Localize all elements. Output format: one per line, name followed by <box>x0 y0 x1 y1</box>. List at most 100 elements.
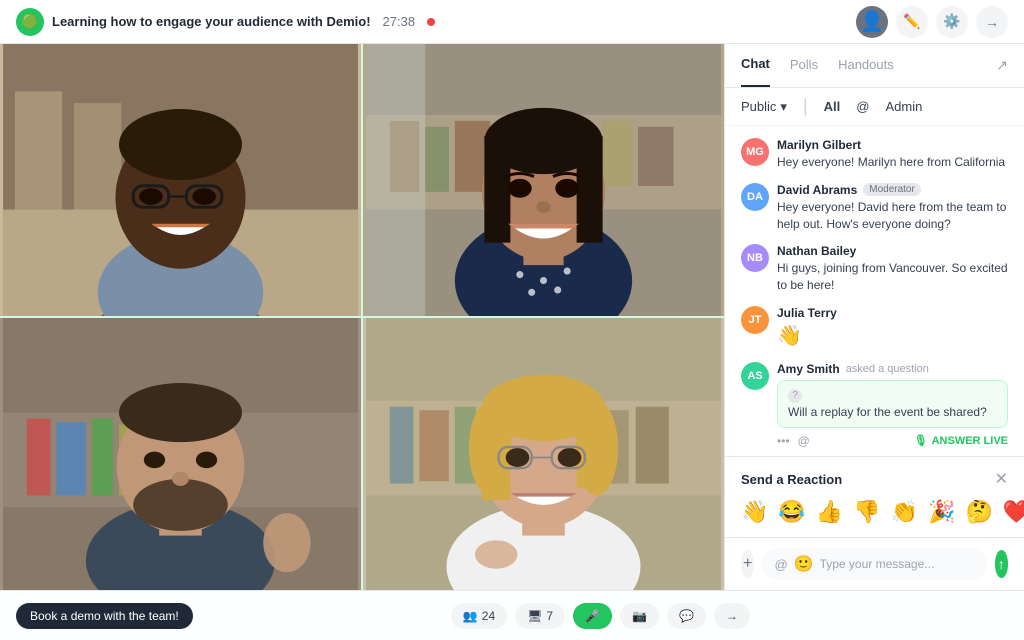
edit-button[interactable]: ✏️ <box>896 6 928 38</box>
message-content-1: Marilyn Gilbert Hey everyone! Marilyn he… <box>777 138 1008 171</box>
message-content-2: David Abrams Moderator Hey everyone! Dav… <box>777 183 1008 233</box>
message-3: NB Nathan Bailey Hi guys, joining from V… <box>741 244 1008 294</box>
chat-input-wrapper: @ 🙂 <box>762 548 986 580</box>
avatar-marilyn: MG <box>741 138 769 166</box>
right-panel: Chat Polls Handouts ↗ Public ▾ | All @ A… <box>724 44 1024 590</box>
session-title: Learning how to engage your audience wit… <box>52 14 371 29</box>
message-content-4: Julia Terry 👋 <box>777 306 1008 350</box>
video-cell-4 <box>363 318 724 590</box>
camera-button[interactable]: 📷 <box>620 603 659 629</box>
reaction-wave[interactable]: 👋 <box>741 499 768 525</box>
reaction-heart[interactable]: ❤️ <box>1003 499 1024 525</box>
settings-button[interactable]: ⚙️ <box>936 6 968 38</box>
panel-tabs: Chat Polls Handouts ↗ <box>725 44 1024 88</box>
reaction-think[interactable]: 🤔 <box>965 499 992 525</box>
question-text: Will a replay for the event be shared? <box>788 405 997 419</box>
message-text-4: 👋 <box>777 322 1008 350</box>
participants-button[interactable]: 👥 24 <box>451 603 507 629</box>
screen-icon: 🖥 <box>527 609 542 623</box>
emoji-picker-icon[interactable]: 🙂 <box>794 554 814 574</box>
video-cell-2 <box>363 44 724 316</box>
sender-name-4: Julia Terry <box>777 306 1008 320</box>
main-content: 🔍 📊 Brand New Presentation Slides 🖥 37 S… <box>0 44 1024 590</box>
participants-count: 24 <box>482 609 495 623</box>
filter-scope-label: Public <box>741 99 776 114</box>
reaction-thumbsup[interactable]: 👍 <box>816 499 843 525</box>
reaction-clap[interactable]: 👏 <box>891 499 918 525</box>
filter-admin-button[interactable]: Admin <box>885 99 922 114</box>
recording-indicator <box>427 18 435 26</box>
question-indicator: ? <box>788 389 997 403</box>
chevron-down-icon: ▾ <box>780 99 787 115</box>
message-5: AS Amy Smith asked a question ? Will a r… <box>741 362 1008 448</box>
message-text-1: Hey everyone! Marilyn here from Californ… <box>777 154 1008 171</box>
bottom-bar-center: 👥 24 🖥 7 🎤 📷 💬 → <box>451 603 750 629</box>
sender-name-3: Nathan Bailey <box>777 244 1008 258</box>
reaction-thumbsdown[interactable]: 👎 <box>853 499 880 525</box>
message-text-2: Hey everyone! David here from the team t… <box>777 199 1008 233</box>
message-content-5: Amy Smith asked a question ? Will a repl… <box>777 362 1008 448</box>
filter-mention-button[interactable]: @ <box>856 99 869 114</box>
chat-icon: 💬 <box>679 609 694 623</box>
message-4: JT Julia Terry 👋 <box>741 306 1008 350</box>
sender-name-1: Marilyn Gilbert <box>777 138 1008 152</box>
avatar-nathan: NB <box>741 244 769 272</box>
chat-add-button[interactable]: + <box>741 550 754 578</box>
message-text-3: Hi guys, joining from Vancouver. So exci… <box>777 260 1008 294</box>
chat-toggle-button[interactable]: 💬 <box>667 603 706 629</box>
question-icon: ? <box>788 389 802 403</box>
message-content-3: Nathan Bailey Hi guys, joining from Vanc… <box>777 244 1008 294</box>
answer-live-button[interactable]: 🎙 ANSWER LIVE <box>914 434 1008 447</box>
leave-button[interactable]: → <box>714 603 750 629</box>
chat-messages-list: MG Marilyn Gilbert Hey everyone! Marilyn… <box>725 126 1024 456</box>
question-label: asked a question <box>846 363 929 375</box>
tab-chat[interactable]: Chat <box>741 44 770 87</box>
chat-filter-bar: Public ▾ | All @ Admin <box>725 88 1024 126</box>
session-timer: 27:38 <box>383 14 416 29</box>
message-1: MG Marilyn Gilbert Hey everyone! Marilyn… <box>741 138 1008 171</box>
microphone-icon: 🎙 <box>914 434 928 447</box>
reaction-emojis-row: 👋 😂 👍 👎 👏 🎉 🤔 ❤️ <box>741 499 1008 525</box>
share-screen-button[interactable]: 🖥 7 <box>515 603 565 629</box>
avatar-amy: AS <box>741 362 769 390</box>
mic-button[interactable]: 🎤 <box>573 603 612 629</box>
mention-button[interactable]: @ <box>798 434 810 448</box>
reaction-title: Send a Reaction <box>741 472 842 487</box>
sender-name-5: Amy Smith asked a question <box>777 362 1008 376</box>
message-2: DA David Abrams Moderator Hey everyone! … <box>741 183 1008 233</box>
chat-input-area: + @ 🙂 ↑ <box>725 537 1024 590</box>
demio-logo: 🟢 <box>16 8 44 36</box>
reaction-panel-header: Send a Reaction ✕ <box>741 469 1008 489</box>
video-cell-3: 🔍 📊 Brand New Presentation Slides 🖥 37 S… <box>0 318 361 590</box>
question-bubble: ? Will a replay for the event be shared? <box>777 380 1008 428</box>
reaction-laugh[interactable]: 😂 <box>778 499 805 525</box>
share-count: 7 <box>546 609 553 623</box>
reaction-party[interactable]: 🎉 <box>928 499 955 525</box>
at-icon[interactable]: @ <box>774 557 787 572</box>
avatar-julia: JT <box>741 306 769 334</box>
tab-polls[interactable]: Polls <box>790 44 818 87</box>
bottom-bar: Book a demo with the team! 👥 24 🖥 7 🎤 📷 … <box>0 590 1024 640</box>
bottom-bar-left: Book a demo with the team! <box>16 603 193 629</box>
book-demo-button[interactable]: Book a demo with the team! <box>16 603 193 629</box>
external-link-icon[interactable]: ↗ <box>996 57 1008 74</box>
chat-send-button[interactable]: ↑ <box>995 550 1008 578</box>
sender-name-2: David Abrams Moderator <box>777 183 1008 197</box>
filter-all-button[interactable]: All <box>824 99 841 114</box>
participants-icon: 👥 <box>463 609 478 623</box>
top-bar: 🟢 Learning how to engage your audience w… <box>0 0 1024 44</box>
tab-handouts[interactable]: Handouts <box>838 44 894 87</box>
top-bar-left: 🟢 Learning how to engage your audience w… <box>16 8 435 36</box>
video-cell-1 <box>0 44 361 316</box>
host-avatar: 👤 <box>856 6 888 38</box>
message-actions-5: ••• @ 🎙 ANSWER LIVE <box>777 434 1008 448</box>
exit-button[interactable]: → <box>976 6 1008 38</box>
more-options-button[interactable]: ••• <box>777 434 790 448</box>
exit-icon: → <box>726 609 738 623</box>
avatar-david: DA <box>741 183 769 211</box>
chat-text-input[interactable] <box>820 557 975 571</box>
filter-public-button[interactable]: Public ▾ <box>741 99 787 115</box>
reaction-panel: Send a Reaction ✕ 👋 😂 👍 👎 👏 🎉 🤔 ❤️ <box>725 456 1024 537</box>
mic-icon: 🎤 <box>585 609 600 623</box>
reaction-close-button[interactable]: ✕ <box>995 469 1008 489</box>
